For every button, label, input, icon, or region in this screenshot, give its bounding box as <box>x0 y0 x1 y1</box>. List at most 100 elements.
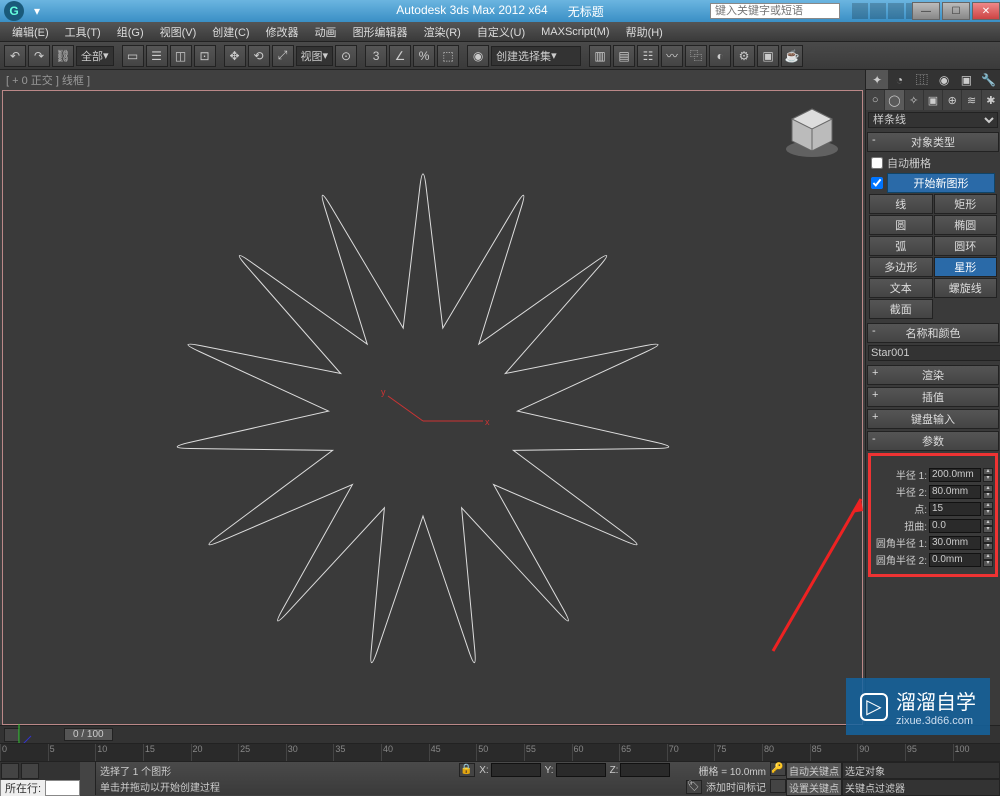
maximize-button[interactable]: ☐ <box>942 2 970 20</box>
named-sel-button[interactable]: ◉ <box>467 45 489 67</box>
display-tab[interactable]: ▣ <box>955 70 977 89</box>
geometry-subtab[interactable]: ○ <box>866 90 884 110</box>
shape-btn-圆环[interactable]: 圆环 <box>934 236 998 256</box>
add-timetag[interactable]: 添加时间标记 <box>706 779 766 794</box>
x-input[interactable] <box>491 763 541 777</box>
select-button[interactable]: ▭ <box>122 45 144 67</box>
modify-tab[interactable]: ◔ <box>888 70 910 89</box>
shape-btn-矩形[interactable]: 矩形 <box>934 194 998 214</box>
rollout-name-color[interactable]: -名称和颜色 <box>867 323 999 343</box>
viewcube[interactable] <box>782 101 842 161</box>
rollout-object-type[interactable]: -对象类型 <box>867 132 999 152</box>
rollout-keyboard[interactable]: +键盘输入 <box>867 409 999 429</box>
create-tab[interactable]: ✦ <box>866 70 888 89</box>
viewport-label[interactable]: [ + 0 正交 ] 线框 ] <box>0 70 865 90</box>
rollout-parameters[interactable]: -参数 <box>867 431 999 451</box>
shape-btn-线[interactable]: 线 <box>869 194 933 214</box>
layers-button[interactable]: ☷ <box>637 45 659 67</box>
motion-tab[interactable]: ◉ <box>933 70 955 89</box>
shape-btn-截面[interactable]: 截面 <box>869 299 933 319</box>
redo-button[interactable]: ↷ <box>28 45 50 67</box>
cameras-subtab[interactable]: ▣ <box>924 90 942 110</box>
key-icon[interactable]: 🔑 <box>770 762 786 776</box>
render-setup-button[interactable]: ⚙ <box>733 45 755 67</box>
menu-create[interactable]: 创建(C) <box>204 24 257 40</box>
scale-button[interactable]: ⤢ <box>272 45 294 67</box>
menu-rendering[interactable]: 渲染(R) <box>416 24 469 40</box>
helpers-subtab[interactable]: ⊕ <box>943 90 961 110</box>
time-slider-knob[interactable]: 0 / 100 <box>64 728 113 741</box>
rollout-interpolation[interactable]: +插值 <box>867 387 999 407</box>
autogrid-checkbox[interactable] <box>871 157 883 169</box>
material-button[interactable]: ◐ <box>709 45 731 67</box>
radius1-input[interactable] <box>929 468 981 482</box>
move-button[interactable]: ✥ <box>224 45 246 67</box>
select-region-button[interactable]: ◫ <box>170 45 192 67</box>
angle-snap-button[interactable]: ∠ <box>389 45 411 67</box>
rollout-render[interactable]: +渲染 <box>867 365 999 385</box>
spinner-snap-button[interactable]: ⬚ <box>437 45 459 67</box>
object-name-input[interactable] <box>868 345 1000 361</box>
refcoord-dropdown[interactable]: 视图 ▾ <box>296 46 334 66</box>
y-input[interactable] <box>556 763 606 777</box>
points-spinner[interactable]: ▴▾ <box>983 502 993 516</box>
shape-btn-弧[interactable]: 弧 <box>869 236 933 256</box>
align-button[interactable]: ▤ <box>613 45 635 67</box>
render-frame-button[interactable]: ▣ <box>757 45 779 67</box>
timeline-ruler[interactable]: 0510152025303540455055606570758085909510… <box>0 743 1000 761</box>
undo-button[interactable]: ↶ <box>4 45 26 67</box>
fillet2-input[interactable] <box>929 553 981 567</box>
menu-maxscript[interactable]: MAXScript(M) <box>533 26 617 38</box>
systems-subtab[interactable]: ✱ <box>982 90 1000 110</box>
fillet1-spinner[interactable]: ▴▾ <box>983 536 993 550</box>
radius2-input[interactable] <box>929 485 981 499</box>
shape-btn-圆[interactable]: 圆 <box>869 215 933 235</box>
menu-group[interactable]: 组(G) <box>109 24 152 40</box>
viewport[interactable]: x y <box>2 90 863 725</box>
pivot-button[interactable]: ⊙ <box>335 45 357 67</box>
app-logo[interactable]: G <box>4 1 24 21</box>
menu-views[interactable]: 视图(V) <box>152 24 205 40</box>
close-button[interactable]: ✕ <box>972 2 1000 20</box>
shape-btn-星形[interactable]: 星形 <box>934 257 998 277</box>
shape-btn-多边形[interactable]: 多边形 <box>869 257 933 277</box>
rotate-button[interactable]: ⟲ <box>248 45 270 67</box>
menu-help[interactable]: 帮助(H) <box>618 24 671 40</box>
points-input[interactable] <box>929 502 981 516</box>
shape-btn-椭圆[interactable]: 椭圆 <box>934 215 998 235</box>
script-prompt[interactable]: 所在行: <box>0 780 80 796</box>
menu-animation[interactable]: 动画 <box>307 24 345 40</box>
qa-icon[interactable] <box>888 3 904 19</box>
shape-btn-螺旋线[interactable]: 螺旋线 <box>934 278 998 298</box>
start-new-shape-button[interactable]: 开始新图形 <box>887 173 995 193</box>
distortion-spinner[interactable]: ▴▾ <box>983 519 993 533</box>
z-input[interactable] <box>620 763 670 777</box>
curve-editor-button[interactable]: 〰 <box>661 45 683 67</box>
fillet2-spinner[interactable]: ▴▾ <box>983 553 993 567</box>
named-selset-dropdown[interactable]: 创建选择集 ▾ <box>491 46 581 66</box>
help-search-input[interactable] <box>710 3 840 19</box>
utilities-tab[interactable]: 🔧 <box>978 70 1000 89</box>
render-button[interactable]: ☕ <box>781 45 803 67</box>
spacewarps-subtab[interactable]: ≋ <box>962 90 980 110</box>
menu-grapheditors[interactable]: 图形编辑器 <box>345 24 416 40</box>
shape-btn-文本[interactable]: 文本 <box>869 278 933 298</box>
schematic-button[interactable]: ⿻ <box>685 45 707 67</box>
shape-category-dropdown[interactable]: 样条线 <box>868 112 998 128</box>
keyfilters-button[interactable]: 关键点过滤器 <box>842 779 1000 796</box>
autokey-button[interactable]: 自动关键点 <box>786 762 842 779</box>
timetag-icon[interactable]: 🏷 <box>686 780 702 794</box>
lights-subtab[interactable]: ✧ <box>905 90 923 110</box>
listener-icon[interactable] <box>21 763 39 779</box>
percent-snap-button[interactable]: % <box>413 45 435 67</box>
maxscript-mini-icon[interactable] <box>1 763 19 779</box>
menu-tools[interactable]: 工具(T) <box>57 24 109 40</box>
newshape-checkbox[interactable] <box>871 177 883 189</box>
shapes-subtab[interactable]: ◯ <box>885 90 903 110</box>
keyfilter-sel[interactable]: 选定对象 <box>842 762 1000 779</box>
link-button[interactable]: ⛓ <box>52 45 74 67</box>
hierarchy-tab[interactable]: ⿲ <box>911 70 933 89</box>
setkey-icon[interactable] <box>770 779 786 793</box>
qa-icon[interactable] <box>870 3 886 19</box>
menu-customize[interactable]: 自定义(U) <box>469 24 533 40</box>
